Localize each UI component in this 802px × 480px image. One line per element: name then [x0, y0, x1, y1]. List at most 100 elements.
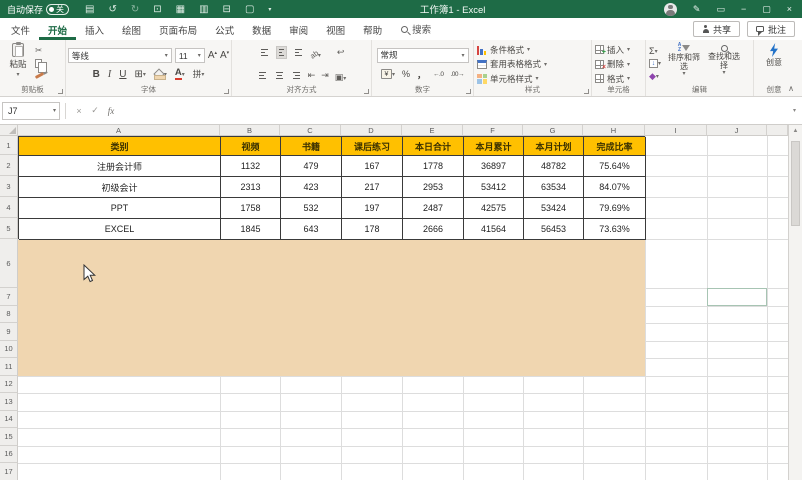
sort-filter-button[interactable]: AZ 排序和筛选 ▾	[665, 43, 703, 85]
decrease-decimal-icon[interactable]: .00→	[450, 71, 464, 78]
table-cell[interactable]: EXCEL	[19, 219, 221, 240]
row-header-16[interactable]: 16	[0, 445, 18, 463]
pen-icon[interactable]: ✎	[693, 4, 701, 15]
table-cell[interactable]: 1778	[403, 156, 464, 177]
column-header-partial[interactable]	[767, 125, 788, 136]
table-cell[interactable]: 53424	[524, 198, 584, 219]
row-header-17[interactable]: 17	[0, 463, 18, 480]
align-bottom-icon[interactable]	[293, 47, 304, 58]
table-cell[interactable]: 63534	[524, 177, 584, 198]
increase-decimal-icon[interactable]: ←.0	[433, 71, 444, 78]
table-cell[interactable]: 1758	[221, 198, 281, 219]
table-cell[interactable]: 423	[281, 177, 342, 198]
table-cell[interactable]: 初级会计	[19, 177, 221, 198]
row-header-4[interactable]: 4	[0, 197, 18, 218]
align-center-icon[interactable]	[274, 70, 285, 81]
qat-custom-icon-4[interactable]: ⊟	[223, 4, 231, 15]
font-color-button[interactable]: A ▾	[174, 68, 185, 80]
table-cell[interactable]: 479	[281, 156, 342, 177]
table-cell[interactable]: 42575	[464, 198, 524, 219]
restore-icon[interactable]: ▢	[762, 4, 771, 15]
qat-custom-icon-2[interactable]: ▦	[176, 4, 185, 15]
comments-button[interactable]: 批注	[746, 21, 795, 37]
column-header-G[interactable]: G	[523, 125, 583, 136]
row-header-6[interactable]: 6	[0, 239, 18, 288]
fill-color-button[interactable]: ▾	[153, 69, 167, 80]
currency-button[interactable]: ¥ ▾	[380, 69, 395, 79]
merge-center-button[interactable]: ▣▾	[335, 67, 347, 85]
table-cell[interactable]: 643	[281, 219, 342, 240]
tab-insert[interactable]: 插入	[76, 18, 113, 40]
table-cell[interactable]: 197	[342, 198, 403, 219]
font-dialog-launcher[interactable]	[223, 88, 229, 94]
column-header-H[interactable]: H	[583, 125, 645, 136]
table-cell[interactable]: 41564	[464, 219, 524, 240]
table-cell[interactable]: 注册会计师	[19, 156, 221, 177]
formula-input[interactable]	[119, 97, 793, 124]
save-icon[interactable]: ▤	[85, 4, 94, 15]
align-right-icon[interactable]	[291, 70, 302, 81]
insert-cells-button[interactable]: + 插入 ▾	[595, 44, 630, 56]
column-header-C[interactable]: C	[280, 125, 341, 136]
close-icon[interactable]: ×	[787, 4, 792, 14]
insert-function-icon[interactable]: fx	[103, 106, 119, 116]
table-header-cell[interactable]: 本月计划	[524, 137, 584, 156]
tab-page-layout[interactable]: 页面布局	[150, 18, 206, 40]
row-header-8[interactable]: 8	[0, 305, 18, 323]
column-header-I[interactable]: I	[645, 125, 707, 136]
font-size-select[interactable]: 11 ▾	[174, 48, 205, 63]
minimize-icon[interactable]: −	[741, 4, 746, 14]
table-cell[interactable]: 2666	[403, 219, 464, 240]
table-cell[interactable]: 56453	[524, 219, 584, 240]
phonetic-button[interactable]: 拼 ▾	[193, 68, 205, 80]
borders-button[interactable]: ⊞ ▾	[134, 69, 145, 80]
paste-button[interactable]: 粘贴 ▾	[3, 42, 33, 85]
format-painter-icon[interactable]	[34, 72, 45, 79]
number-format-select[interactable]: 常规 ▾	[376, 47, 469, 63]
table-cell[interactable]: 36897	[464, 156, 524, 177]
column-header-J[interactable]: J	[707, 125, 767, 136]
table-cell[interactable]: 53412	[464, 177, 524, 198]
alignment-dialog-launcher[interactable]	[363, 88, 369, 94]
row-header-3[interactable]: 3	[0, 176, 18, 197]
active-cell-J7[interactable]	[707, 288, 767, 306]
table-cell[interactable]: 1132	[221, 156, 281, 177]
name-box[interactable]: J7 ▾	[2, 101, 60, 120]
tab-help[interactable]: 帮助	[354, 18, 391, 40]
column-header-A[interactable]: A	[18, 125, 220, 136]
clipboard-dialog-launcher[interactable]	[57, 88, 63, 94]
tab-data[interactable]: 数据	[243, 18, 280, 40]
decrease-font-icon[interactable]: A▾	[220, 50, 229, 61]
row-header-12[interactable]: 12	[0, 375, 18, 393]
underline-button[interactable]: U	[119, 69, 126, 80]
search-box[interactable]: 搜索	[401, 22, 431, 36]
table-cell[interactable]: 75.64%	[584, 156, 646, 177]
qat-custom-icon-5[interactable]: ▢	[245, 4, 254, 15]
font-family-select[interactable]: 等线 ▾	[67, 48, 172, 63]
align-top-icon[interactable]	[259, 47, 270, 58]
wrap-text-icon[interactable]: ↩	[337, 47, 345, 58]
table-cell[interactable]: 2487	[403, 198, 464, 219]
qat-custom-icon-3[interactable]: ▥	[199, 4, 208, 15]
row-header-10[interactable]: 10	[0, 340, 18, 358]
align-middle-icon[interactable]	[275, 45, 287, 60]
paste-dropdown-icon[interactable]: ▾	[16, 71, 19, 78]
conditional-formatting-button[interactable]: 条件格式 ▾	[477, 44, 547, 56]
tab-view[interactable]: 视图	[317, 18, 354, 40]
tab-file[interactable]: 文件	[2, 18, 39, 40]
fill-button[interactable]: ↓ ▾	[649, 59, 661, 68]
table-header-cell[interactable]: 类别	[19, 137, 221, 156]
column-header-E[interactable]: E	[402, 125, 463, 136]
row-header-7[interactable]: 7	[0, 288, 18, 306]
table-cell[interactable]: 84.07%	[584, 177, 646, 198]
redo-icon[interactable]: ↻	[131, 4, 139, 15]
scrollbar-thumb[interactable]	[791, 141, 800, 226]
column-header-F[interactable]: F	[463, 125, 523, 136]
format-as-table-button[interactable]: 套用表格格式 ▾	[477, 58, 547, 70]
ideas-button[interactable]: 创意	[759, 43, 789, 85]
qat-custom-icon-1[interactable]: ⊡	[153, 4, 161, 15]
cancel-icon[interactable]: ×	[71, 106, 87, 116]
row-header-15[interactable]: 15	[0, 428, 18, 446]
ribbon-options-icon[interactable]: ▭	[716, 4, 725, 15]
copy-icon[interactable]	[35, 59, 47, 73]
